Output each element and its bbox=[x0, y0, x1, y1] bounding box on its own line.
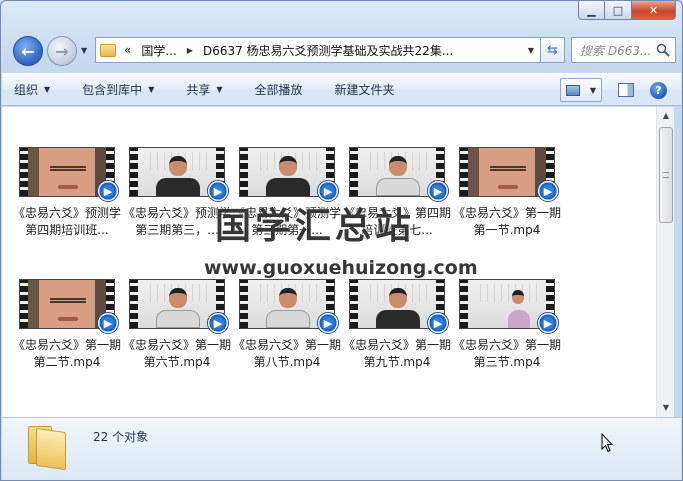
file-item[interactable]: ▶ 《忠易六爻》第一期第三节.mp4 bbox=[452, 279, 562, 371]
refresh-button[interactable]: ⇆ bbox=[541, 37, 565, 63]
play-all-label: 全部播放 bbox=[254, 83, 303, 97]
caption-buttons: ▁ □ ✕ bbox=[578, 1, 676, 20]
media-player-icon: ▶ bbox=[97, 312, 119, 334]
file-name: 《忠易六爻》预测学第三期第一... bbox=[233, 206, 341, 237]
media-player-icon: ▶ bbox=[207, 312, 229, 334]
video-thumbnail: ▶ bbox=[459, 279, 559, 334]
close-button[interactable]: ✕ bbox=[632, 1, 676, 20]
new-folder-button[interactable]: 新建文件夹 bbox=[335, 81, 395, 98]
organize-menu[interactable]: 组织 ▼ bbox=[14, 81, 50, 98]
grip-icon bbox=[663, 172, 669, 178]
recent-pages-dropdown-icon[interactable]: ▼ bbox=[81, 46, 87, 55]
preview-pane-icon[interactable] bbox=[618, 83, 634, 97]
breadcrumb-overflow[interactable]: « bbox=[124, 43, 131, 57]
file-name: 《忠易六爻》第一期第六节.mp4 bbox=[123, 338, 231, 369]
folder-icon bbox=[28, 426, 68, 471]
view-icon bbox=[565, 84, 580, 96]
scroll-up-icon[interactable]: ▲ bbox=[660, 109, 672, 123]
file-item[interactable]: ▶ 《忠易六爻》第一期第九节.mp4 bbox=[342, 279, 452, 371]
details-pane: 22 个对象 bbox=[2, 417, 681, 480]
share-menu[interactable]: 共享 ▼ bbox=[186, 81, 222, 98]
file-item[interactable]: ▶ 《忠易六爻》第一期第二节.mp4 bbox=[12, 279, 122, 371]
scroll-down-icon[interactable]: ▼ bbox=[660, 401, 672, 415]
back-button[interactable]: ← bbox=[13, 36, 43, 66]
search-input[interactable]: 搜索 D663... bbox=[580, 42, 656, 59]
address-dropdown-icon[interactable]: ▼ bbox=[528, 46, 534, 55]
maximize-button[interactable]: □ bbox=[605, 1, 632, 20]
video-thumbnail: ▶ bbox=[459, 147, 559, 202]
include-in-library-menu[interactable]: 包含到库中 ▼ bbox=[82, 81, 154, 98]
file-item[interactable]: ▶ 《忠易六爻》第一期第八节.mp4 bbox=[232, 279, 342, 371]
file-item[interactable]: ▶ 《忠易六爻》第一期第六节.mp4 bbox=[122, 279, 232, 371]
file-item[interactable]: ▶ 《忠易六爻》预测学第三期第三，... bbox=[122, 147, 232, 239]
file-name: 《忠易六爻》第一期第二节.mp4 bbox=[13, 338, 121, 369]
video-thumbnail: ▶ bbox=[129, 279, 229, 334]
folder-icon bbox=[100, 43, 116, 57]
media-player-icon: ▶ bbox=[427, 180, 449, 202]
share-label: 共享 bbox=[186, 83, 211, 97]
file-item[interactable]: ▶ 《忠易六爻》第一期第一节.mp4 bbox=[452, 147, 562, 239]
vertical-scrollbar[interactable]: ▲ ▼ bbox=[656, 107, 674, 417]
explorer-window: ▁ □ ✕ ← → ▼ « 国学... ▶ D6637 杨忠易六爻预测学基础及实… bbox=[0, 0, 683, 481]
toolbar-right: ▼ ? bbox=[560, 78, 667, 102]
file-name: 《忠易六爻》第一期第三节.mp4 bbox=[453, 338, 561, 369]
search-box[interactable]: 搜索 D663... bbox=[571, 37, 676, 63]
address-bar[interactable]: « 国学... ▶ D6637 杨忠易六爻预测学基础及实战共22集... ▼ bbox=[95, 37, 541, 63]
file-item[interactable]: ▶ 《忠易六爻》第四期培训班第七... bbox=[342, 147, 452, 239]
file-list-area[interactable]: ▶ 《忠易六爻》预测学第四期培训班... ▶ 《忠易六爻》预测学第三期第三，... ▶ 《… bbox=[2, 107, 656, 417]
file-name: 《忠易六爻》第一期第八节.mp4 bbox=[233, 338, 341, 369]
video-thumbnail: ▶ bbox=[19, 279, 119, 334]
media-player-icon: ▶ bbox=[537, 180, 559, 202]
media-player-icon: ▶ bbox=[537, 312, 559, 334]
dropdown-arrow-icon: ▼ bbox=[216, 85, 223, 94]
video-thumbnail: ▶ bbox=[349, 279, 449, 334]
file-name: 《忠易六爻》预测学第三期第三，... bbox=[123, 206, 231, 237]
new-folder-label: 新建文件夹 bbox=[334, 83, 395, 97]
file-item[interactable]: ▶ 《忠易六爻》预测学第四期培训班... bbox=[12, 147, 122, 239]
breadcrumb-chevron-icon[interactable]: ▶ bbox=[187, 46, 193, 55]
play-all-button[interactable]: 全部播放 bbox=[255, 81, 303, 98]
minimize-button[interactable]: ▁ bbox=[578, 1, 605, 20]
search-icon[interactable] bbox=[656, 43, 670, 57]
include-in-library-label: 包含到库中 bbox=[82, 83, 143, 97]
file-name: 《忠易六爻》第一期第一节.mp4 bbox=[453, 206, 561, 237]
media-player-icon: ▶ bbox=[317, 312, 339, 334]
file-name: 《忠易六爻》预测学第四期培训班... bbox=[13, 206, 121, 237]
media-player-icon: ▶ bbox=[207, 180, 229, 202]
video-thumbnail: ▶ bbox=[19, 147, 119, 202]
command-bar: 组织 ▼ 包含到库中 ▼ 共享 ▼ 全部播放 新建文件夹 ▼ ? bbox=[2, 73, 681, 106]
change-view-button[interactable]: ▼ bbox=[560, 78, 602, 102]
dropdown-arrow-icon: ▼ bbox=[148, 85, 155, 94]
file-grid: ▶ 《忠易六爻》预测学第四期培训班... ▶ 《忠易六爻》预测学第三期第三，... ▶ 《… bbox=[12, 147, 562, 371]
media-player-icon: ▶ bbox=[97, 180, 119, 202]
media-player-icon: ▶ bbox=[427, 312, 449, 334]
breadcrumb-current[interactable]: D6637 杨忠易六爻预测学基础及实战共22集... bbox=[203, 42, 453, 59]
media-player-icon: ▶ bbox=[317, 180, 339, 202]
scrollbar-thumb[interactable] bbox=[659, 127, 673, 223]
item-count: 22 个对象 bbox=[93, 430, 149, 444]
dropdown-arrow-icon: ▼ bbox=[44, 85, 51, 94]
video-thumbnail: ▶ bbox=[239, 279, 339, 334]
help-icon[interactable]: ? bbox=[650, 81, 667, 99]
refresh-icon: ⇆ bbox=[547, 42, 558, 58]
view-dropdown-icon[interactable]: ▼ bbox=[590, 86, 596, 95]
navigation-bar: ← → ▼ « 国学... ▶ D6637 杨忠易六爻预测学基础及实战共22集.… bbox=[9, 34, 676, 66]
forward-button[interactable]: → bbox=[47, 36, 77, 66]
file-item[interactable]: ▶ 《忠易六爻》预测学第三期第一... bbox=[232, 147, 342, 239]
organize-label: 组织 bbox=[14, 83, 39, 97]
file-name: 《忠易六爻》第一期第九节.mp4 bbox=[343, 338, 451, 369]
file-name: 《忠易六爻》第四期培训班第七... bbox=[343, 206, 451, 237]
video-thumbnail: ▶ bbox=[129, 147, 229, 202]
mouse-cursor-icon bbox=[601, 433, 613, 453]
video-thumbnail: ▶ bbox=[239, 147, 339, 202]
breadcrumb-parent[interactable]: 国学... bbox=[141, 42, 176, 59]
video-thumbnail: ▶ bbox=[349, 147, 449, 202]
